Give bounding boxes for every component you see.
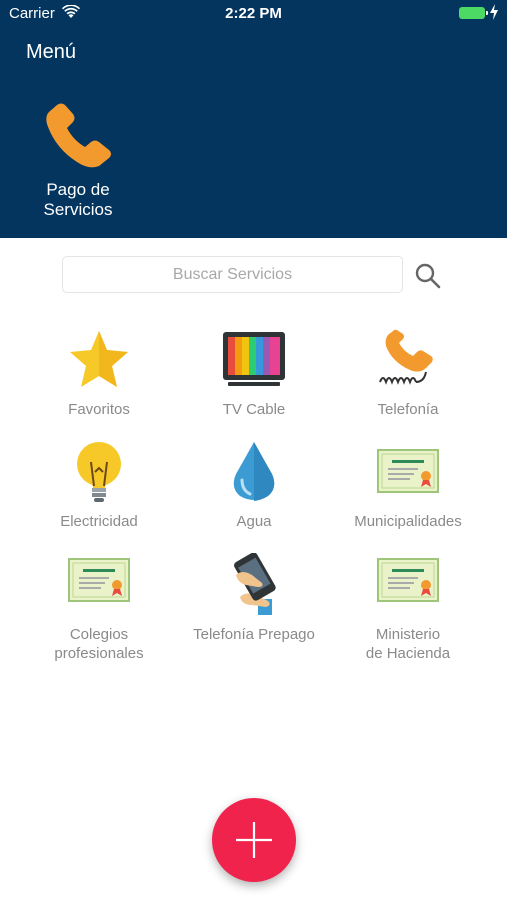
service-label: Municipalidades <box>354 513 462 530</box>
service-label: Colegios profesionales <box>54 626 144 662</box>
charging-bolt-icon <box>490 4 498 20</box>
battery-icon <box>459 7 488 19</box>
certificate-icon <box>68 558 130 602</box>
service-label: Favoritos <box>68 401 130 418</box>
service-label: TV Cable <box>222 401 286 418</box>
service-label: Telefonía Prepago <box>193 626 315 643</box>
tile-label: Pago de Servicios <box>43 180 113 219</box>
add-button[interactable] <box>212 798 296 882</box>
water-drop-icon <box>233 442 275 501</box>
certificate-icon <box>377 558 439 602</box>
service-label: Ministerio de Hacienda <box>365 626 451 662</box>
service-ministerio-de-hacienda[interactable]: Ministerio de Hacienda <box>333 553 483 663</box>
service-favoritos[interactable]: Favoritos <box>24 328 174 438</box>
telephone-icon <box>379 329 433 385</box>
app-header: Carrier 2:22 PM Menú Pago de Servicios <box>0 0 507 238</box>
service-electricidad[interactable]: Electricidad <box>24 440 174 550</box>
mobile-phone-icon <box>234 553 276 615</box>
service-label: Electricidad <box>60 513 138 530</box>
search-input[interactable] <box>63 257 402 292</box>
lightbulb-icon <box>77 442 121 502</box>
service-tv-cable[interactable]: TV Cable <box>179 328 329 438</box>
service-label: Telefonía <box>377 401 439 418</box>
status-bar: Carrier 2:22 PM <box>0 0 507 28</box>
search-box <box>62 256 403 293</box>
status-time: 2:22 PM <box>225 5 282 22</box>
service-colegios-profesionales[interactable]: Colegios profesionales <box>24 553 174 663</box>
service-label: Agua <box>236 513 272 530</box>
pago-de-servicios-tile[interactable]: Pago de Servicios <box>18 100 138 225</box>
service-municipalidades[interactable]: Municipalidades <box>333 440 483 550</box>
plus-icon <box>236 822 272 858</box>
search-icon[interactable] <box>414 262 442 290</box>
service-telefonia-prepago[interactable]: Telefonía Prepago <box>179 553 329 663</box>
service-agua[interactable]: Agua <box>179 440 329 550</box>
tv-icon <box>223 332 285 386</box>
phone-icon <box>46 103 112 168</box>
certificate-icon <box>377 449 439 493</box>
service-telefonia[interactable]: Telefonía <box>333 328 483 438</box>
page-title: Menú <box>26 41 77 63</box>
star-icon <box>70 331 128 387</box>
